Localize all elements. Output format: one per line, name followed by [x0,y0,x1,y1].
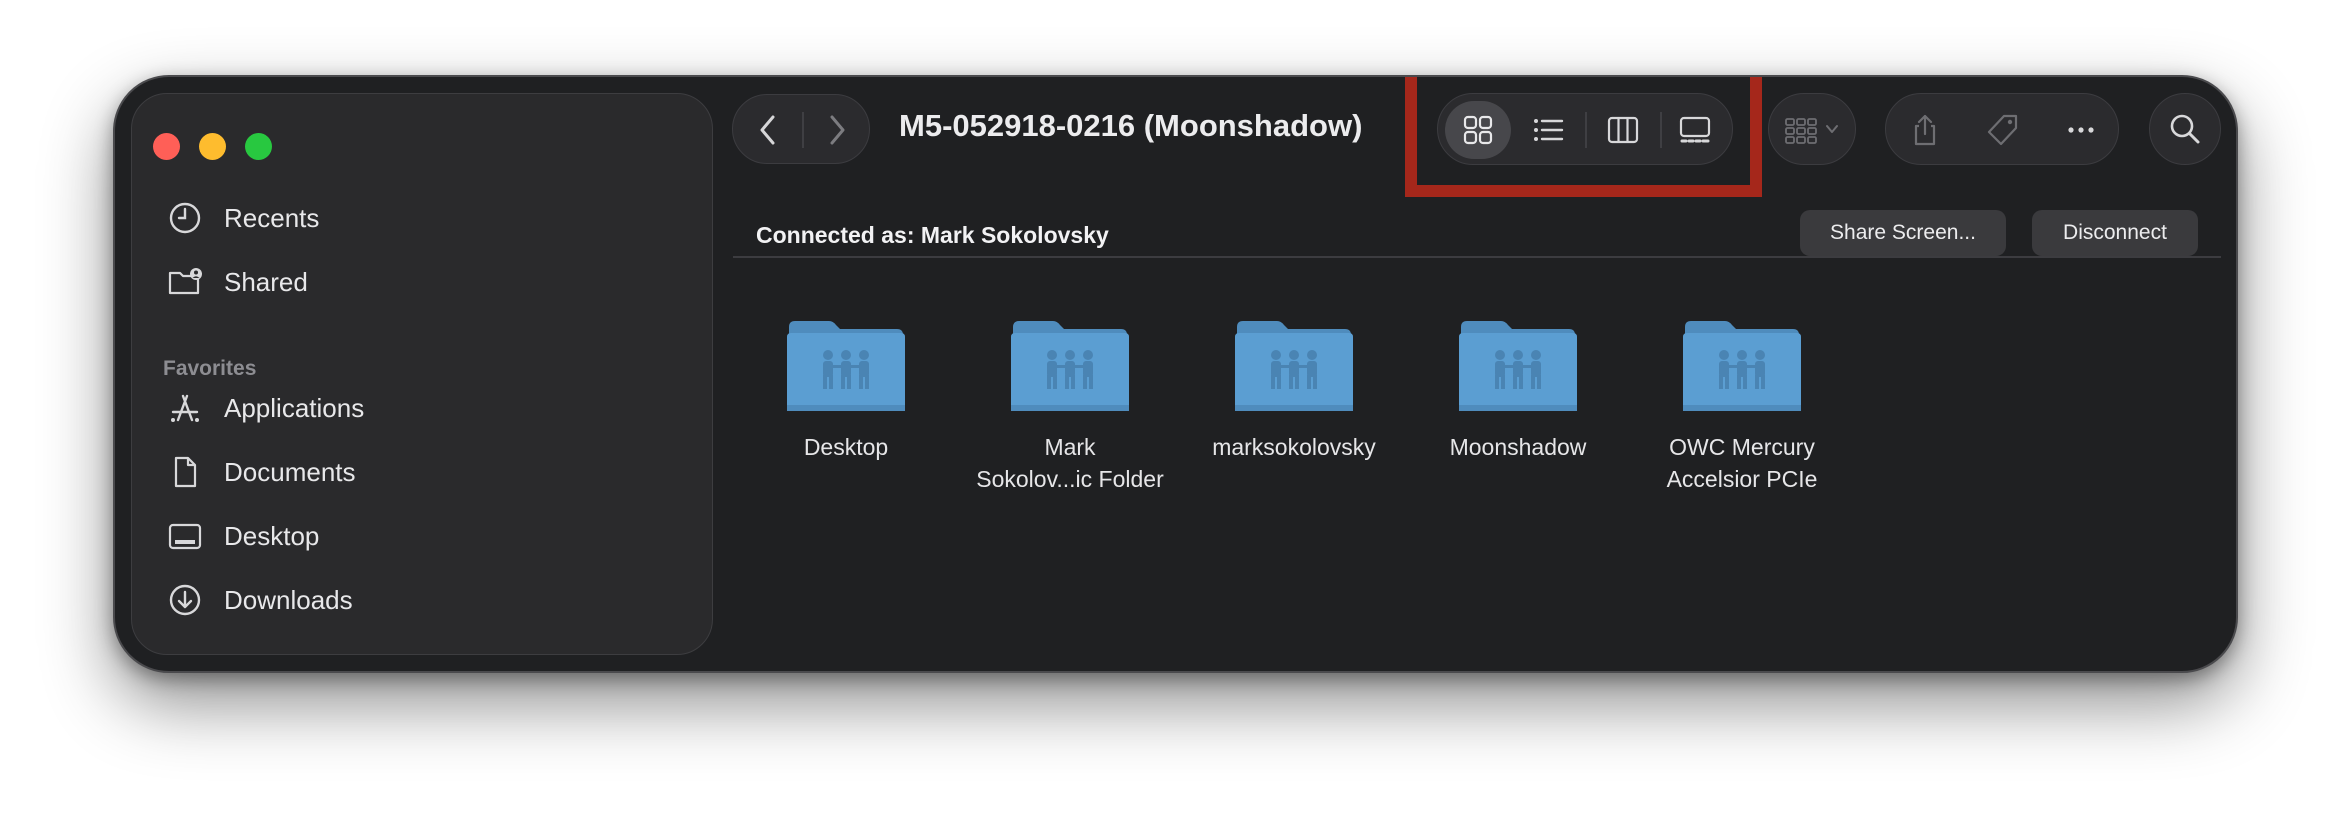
finder-window: Recents Shared Favorites Applications Do… [113,75,2238,673]
sidebar-item-desktop[interactable]: Desktop [165,512,319,560]
sidebar-item-label: Desktop [224,520,320,551]
sidebar-item-shared[interactable]: Shared [165,258,308,306]
file-label: Desktop [803,434,889,460]
close-window-button[interactable] [153,133,180,160]
shared-folder-icon [1683,321,1801,411]
applications-icon [165,388,205,428]
chevron-right-icon [830,115,844,145]
connection-status: Connected as: Mark Sokolovsky [756,222,1109,248]
tag-button[interactable] [1964,94,2042,166]
desktop-icon [165,516,205,556]
file-label: Moonshadow [1449,434,1587,460]
more-button[interactable] [2042,94,2120,166]
sidebar-item-label: Shared [224,266,308,297]
search-button[interactable] [2149,93,2221,165]
file-label: Mark Sokolov...ic Folder [976,434,1164,492]
sidebar-item-recents[interactable]: Recents [165,194,319,242]
disconnect-button[interactable]: Disconnect [2032,210,2198,256]
shared-folder-icon [787,321,905,411]
action-buttons [1885,93,2119,165]
file-item[interactable]: OWC Mercury Accelsior PCIe [1642,317,1842,495]
forward-button[interactable] [802,95,871,165]
window-title: M5-052918-0216 (Moonshadow) [899,108,1363,143]
ellipsis-icon [2068,127,2094,133]
shared-folder-icon [165,262,205,302]
sidebar: Recents Shared Favorites Applications Do… [131,93,713,655]
shared-folder-icon [1459,321,1577,411]
file-item[interactable]: Mark Sokolov...ic Folder [970,317,1170,495]
minimize-window-button[interactable] [199,133,226,160]
file-item[interactable]: Moonshadow [1418,317,1618,463]
sidebar-item-label: Recents [224,202,320,233]
chevron-down-icon [1826,125,1838,133]
file-item[interactable]: marksokolovsky [1194,317,1394,463]
file-item[interactable]: Desktop [746,317,946,463]
sidebar-item-documents[interactable]: Documents [165,448,356,496]
share-icon [1914,114,1936,146]
chevron-left-icon [760,115,774,145]
clock-icon [165,198,205,238]
favorites-heading: Favorites [163,357,257,380]
download-icon [165,580,205,620]
tag-icon [1987,114,2018,146]
zoom-window-button[interactable] [245,133,272,160]
sidebar-item-label: Documents [224,456,356,487]
sidebar-item-label: Downloads [224,584,353,615]
document-icon [165,452,205,492]
content-divider [733,256,2221,258]
sidebar-item-applications[interactable]: Applications [165,384,364,432]
shared-folder-icon [1235,321,1353,411]
sidebar-item-downloads[interactable]: Downloads [165,576,353,624]
sidebar-item-label: Applications [224,392,365,423]
share-screen-button[interactable]: Share Screen... [1800,210,2006,256]
back-button[interactable] [733,95,802,165]
shared-folder-icon [1011,321,1129,411]
group-grid-icon [1785,118,1817,144]
file-label: marksokolovsky [1212,434,1376,460]
group-by-button[interactable] [1768,93,1856,165]
navigation-buttons [732,94,870,164]
file-label: OWC Mercury Accelsior PCIe [1666,434,1818,492]
search-icon [2170,114,2200,144]
share-button[interactable] [1886,94,1964,166]
annotation-highlight-box [1405,77,1762,197]
